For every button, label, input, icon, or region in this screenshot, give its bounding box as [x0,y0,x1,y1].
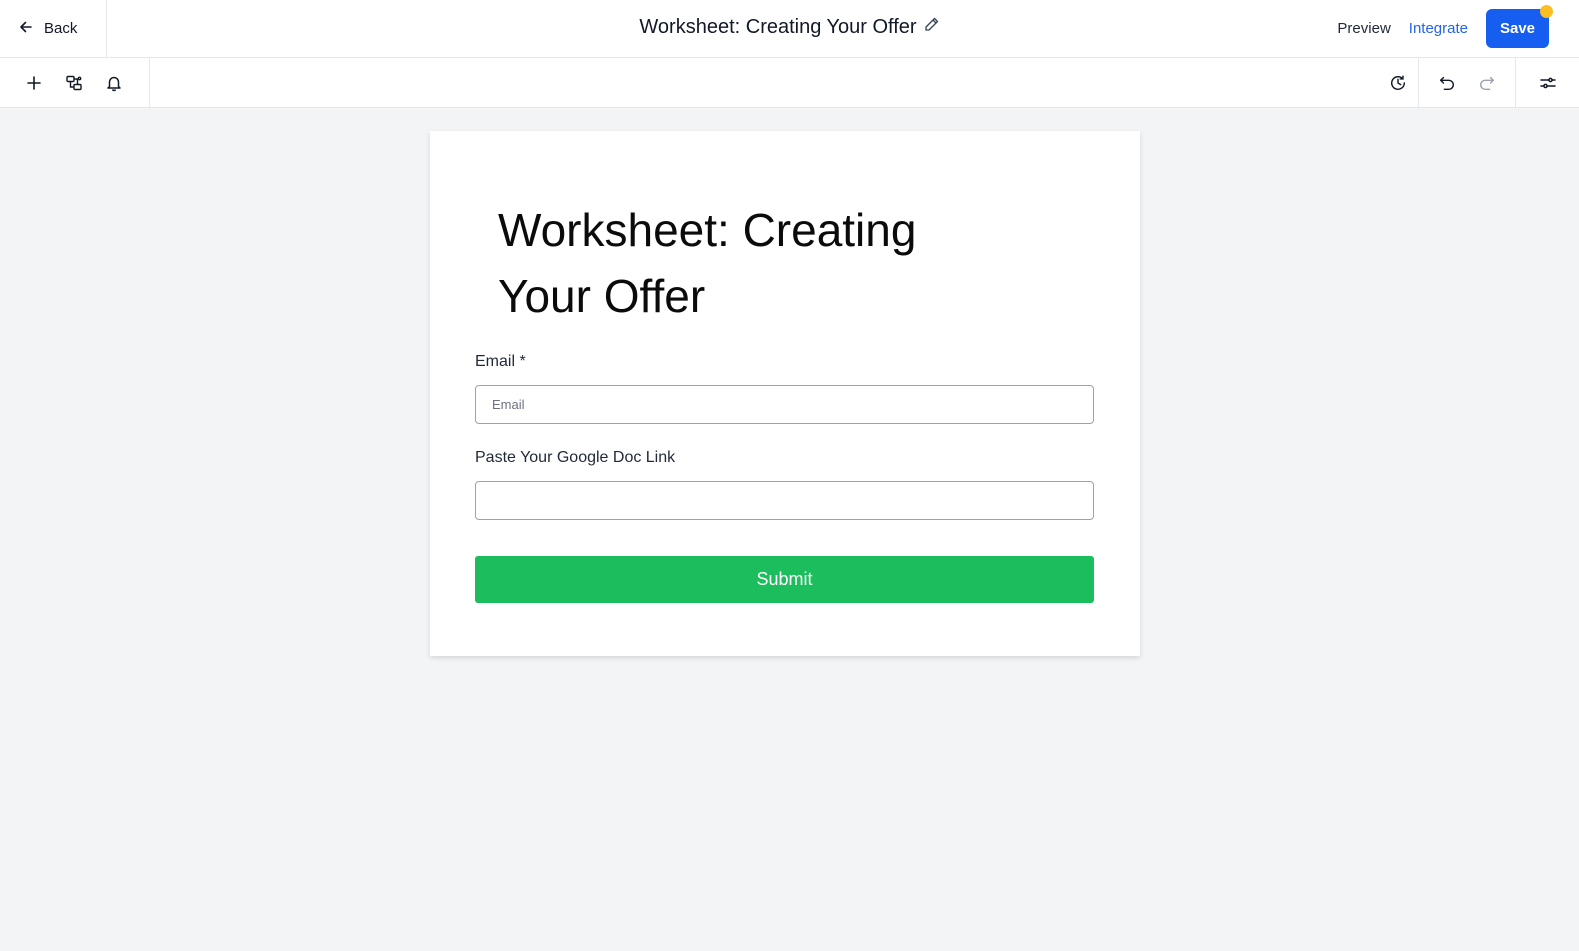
history-icon[interactable] [1388,73,1408,93]
email-label: Email * [475,353,526,370]
plus-icon[interactable] [24,73,44,93]
sliders-icon[interactable] [1538,73,1558,93]
preview-button[interactable]: Preview [1337,20,1390,37]
toolbar-left-group [0,58,150,107]
editor-toolbar [0,58,1579,108]
redo-icon[interactable] [1477,73,1497,93]
arrow-left-icon [18,19,34,39]
settings-group [1516,58,1579,107]
undo-redo-group [1418,58,1516,107]
history-group [1378,58,1418,107]
submit-button[interactable]: Submit [475,556,1094,603]
google-doc-link-field[interactable] [475,481,1094,520]
top-header: Back Worksheet: Creating Your Offer Prev… [0,0,1579,58]
google-doc-link-label: Paste Your Google Doc Link [475,449,676,466]
email-field[interactable] [475,385,1094,424]
document-title[interactable]: Worksheet: Creating Your Offer [639,16,916,39]
back-label: Back [44,20,78,37]
back-button[interactable]: Back [0,0,107,57]
save-button[interactable]: Save [1486,5,1553,48]
layers-icon[interactable] [64,73,84,93]
form-title[interactable]: Worksheet: Creating Your Offer [498,197,1018,329]
header-actions: Preview Integrate Save [1337,5,1553,48]
form-card: Worksheet: Creating Your Offer Email * P… [430,131,1140,656]
unsaved-indicator-dot [1540,5,1553,18]
integrate-button[interactable]: Integrate [1409,20,1468,37]
undo-icon[interactable] [1437,73,1457,93]
bell-icon[interactable] [104,73,124,93]
save-label: Save [1499,20,1536,37]
pencil-icon[interactable] [923,16,940,39]
